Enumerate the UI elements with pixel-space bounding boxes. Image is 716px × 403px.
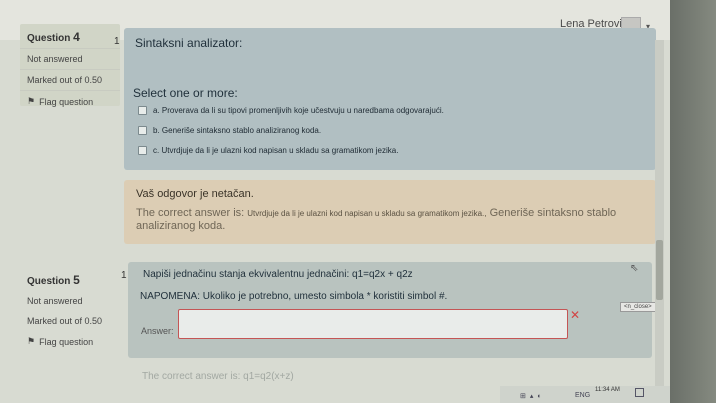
question-4-index: 1 <box>114 36 120 47</box>
question-5-note: NAPOMENA: Ukoliko je potrebno, umesto si… <box>140 291 448 302</box>
question-5-marks: Marked out of 0.50 <box>27 316 103 326</box>
question-4-status: Not answered <box>20 48 120 69</box>
question-5-text: Napiši jednačinu stanja ekvivalentnu jed… <box>143 269 413 280</box>
flag-question-4-button[interactable]: ⚑ Flag question <box>20 90 120 112</box>
answer-label: Answer: <box>141 326 174 336</box>
question-5-info: Question 5 Not answered Marked out of 0.… <box>20 267 120 347</box>
question-4-info: Question 4 Not answered Marked out of 0.… <box>20 24 120 107</box>
tray-icons[interactable]: ⊞▴◐ <box>520 392 546 400</box>
question-5-feedback: The correct answer is: q1=q2(x+z) <box>142 371 294 382</box>
mouse-cursor-icon: ⇖ <box>630 263 639 274</box>
scrollbar-thumb[interactable] <box>656 240 663 300</box>
flag-question-5-button[interactable]: ⚑ Flag question <box>20 331 120 352</box>
scrollbar-track[interactable] <box>655 40 664 390</box>
flag-icon: ⚑ <box>27 96 36 106</box>
question-4-title: Question 4 <box>27 30 80 44</box>
language-indicator[interactable]: ENG <box>575 392 590 399</box>
feedback-correct-answer: The correct answer is: Utvrdjuje da li j… <box>136 207 617 232</box>
question-5-title: Question 5 <box>27 273 80 287</box>
option-a[interactable]: a. Proverava da li su tipovi promenljivi… <box>138 106 444 115</box>
option-a-checkbox[interactable] <box>138 106 147 115</box>
option-b[interactable]: b. Generiše sintaksno stablo analizirano… <box>138 126 321 135</box>
flag-icon: ⚑ <box>27 336 36 346</box>
select-prompt: Select one or more: <box>133 86 238 100</box>
incorrect-x-icon: ✕ <box>570 308 581 322</box>
option-c[interactable]: c. Utvrdjuje da li je ulazni kod napisan… <box>138 146 398 155</box>
answer-input[interactable] <box>178 309 568 339</box>
notification-icon[interactable] <box>635 388 644 397</box>
question-5-index: 1 <box>121 270 127 281</box>
question-4-text: Sintaksni analizator: <box>135 36 243 50</box>
question-4-marks: Marked out of 0.50 <box>20 69 120 90</box>
monitor-bezel <box>670 0 716 403</box>
option-c-checkbox[interactable] <box>138 146 147 155</box>
question-5-status: Not answered <box>27 296 83 306</box>
option-b-checkbox[interactable] <box>138 126 147 135</box>
close-tag-badge[interactable]: <n_close> <box>620 302 656 312</box>
feedback-incorrect: Vaš odgovor je netačan. <box>136 188 254 200</box>
clock[interactable]: 11:34 AM <box>595 386 620 394</box>
browser-screen: Lena Petrovic ▾ Question 4 Not answered … <box>0 0 670 403</box>
